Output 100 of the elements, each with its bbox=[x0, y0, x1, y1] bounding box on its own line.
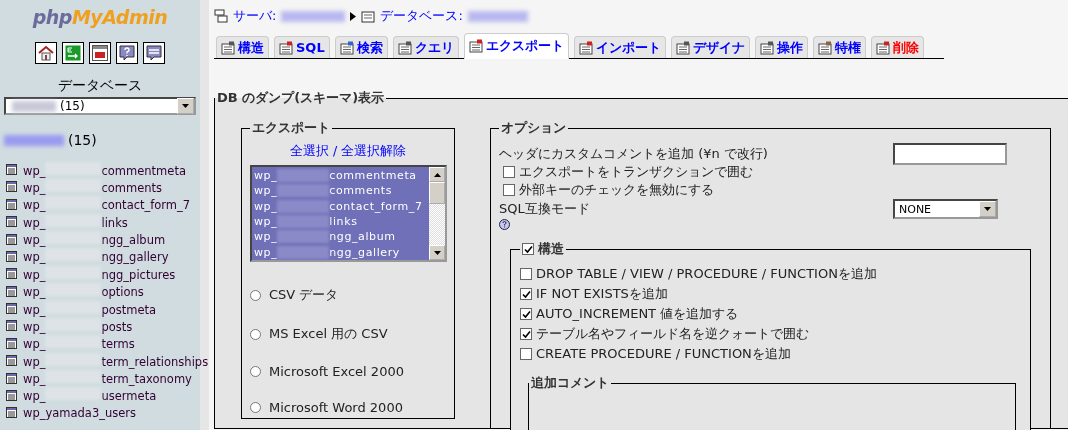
tab[interactable]: SQL bbox=[274, 36, 330, 58]
table-link[interactable]: wp_ comments bbox=[23, 178, 163, 195]
database-select[interactable]: (15) bbox=[4, 97, 196, 115]
tab[interactable]: クエリ bbox=[392, 36, 459, 58]
table-icon bbox=[6, 389, 17, 401]
tab[interactable]: 構造 bbox=[216, 36, 269, 58]
checkbox-label: DROP TABLE / VIEW / PROCEDURE / FUNCTIONを追加 bbox=[536, 265, 877, 283]
down-arrow-icon bbox=[433, 250, 441, 255]
table-icon bbox=[6, 355, 17, 367]
checkbox[interactable] bbox=[520, 308, 532, 320]
checkbox-label: エクスポートをトランザクションで囲む bbox=[519, 163, 753, 181]
radio-button[interactable] bbox=[250, 402, 261, 413]
table-link[interactable]: wp_ postmeta bbox=[23, 300, 157, 317]
arrow-icon bbox=[350, 11, 357, 21]
table-icon bbox=[6, 337, 17, 349]
tab-icon bbox=[759, 40, 774, 55]
separator: / bbox=[332, 143, 338, 160]
table-link[interactable]: wp_ ngg_gallery bbox=[23, 248, 169, 265]
checkbox[interactable] bbox=[520, 268, 532, 280]
radio-button[interactable] bbox=[250, 366, 261, 377]
table-link[interactable]: wp_ posts bbox=[23, 317, 133, 334]
tab[interactable]: 操作 bbox=[754, 36, 808, 58]
database-link[interactable]: データベース: bbox=[380, 7, 463, 25]
home-icon[interactable] bbox=[35, 42, 57, 64]
tab[interactable]: エクスポート bbox=[463, 33, 569, 59]
table-icon bbox=[6, 372, 17, 384]
checkbox-label: AUTO_INCREMENT 値を追加する bbox=[536, 305, 739, 323]
table-link[interactable]: wp_ options bbox=[23, 283, 144, 300]
panel-title: DB のダンプ(スキーマ)表示 bbox=[216, 89, 386, 107]
tab[interactable]: 特権 bbox=[812, 36, 866, 58]
radio-label: Microsoft Word 2000 bbox=[269, 400, 403, 415]
caret-icon bbox=[979, 201, 996, 217]
header-comment-label: ヘッダにカスタムコメントを追加 (¥n で改行) bbox=[499, 145, 769, 163]
scroll-up-button[interactable] bbox=[429, 167, 445, 182]
caret-icon bbox=[177, 98, 194, 114]
checkbox[interactable] bbox=[520, 288, 532, 300]
tab[interactable]: デザイナ bbox=[670, 36, 750, 58]
table-icon bbox=[6, 250, 17, 262]
tab-icon bbox=[339, 40, 354, 55]
radio-label: CSV データ bbox=[269, 286, 339, 304]
table-icon bbox=[6, 268, 17, 280]
deselect-all-link[interactable]: 全選択解除 bbox=[341, 143, 407, 160]
phpmyadmin-logo[interactable]: phpMyAdmin bbox=[32, 6, 168, 28]
table-link[interactable]: wp_ commentmeta bbox=[23, 161, 186, 178]
scroll-down-button[interactable] bbox=[429, 245, 445, 260]
checkbox-label: CREATE PROCEDURE / FUNCTIONを追加 bbox=[536, 345, 791, 363]
radio-button[interactable] bbox=[250, 328, 261, 340]
radio-label: Microsoft Excel 2000 bbox=[269, 364, 404, 379]
table-link[interactable]: wp_ terms bbox=[23, 335, 135, 352]
table-link[interactable]: wp_ contact_form_7 bbox=[23, 196, 191, 213]
database-label: データベース bbox=[58, 77, 142, 95]
sql-bubble-icon[interactable] bbox=[143, 42, 165, 64]
sql-mode-select[interactable]: NONE bbox=[893, 199, 998, 219]
options-legend: オプション bbox=[499, 119, 568, 137]
tab-icon bbox=[221, 40, 235, 55]
checkbox-label: IF NOT EXISTSを追加 bbox=[536, 285, 668, 303]
tab-icon bbox=[279, 40, 293, 55]
table-icon bbox=[6, 181, 17, 193]
checkbox[interactable] bbox=[503, 184, 515, 196]
structure-legend: 構造 bbox=[538, 240, 564, 258]
server-icon bbox=[214, 9, 228, 23]
table-icon bbox=[6, 303, 17, 315]
redacted-server-name bbox=[281, 10, 346, 22]
table-icon bbox=[6, 216, 17, 228]
table-icon bbox=[6, 233, 17, 245]
sql-window-icon[interactable] bbox=[89, 42, 111, 64]
table-link[interactable]: wp_ ngg_pictures bbox=[23, 265, 176, 282]
database-icon bbox=[361, 9, 376, 23]
table-link[interactable]: wp_ term_relationships bbox=[23, 352, 209, 369]
comment-legend: 追加コメント bbox=[529, 374, 611, 392]
table-icon bbox=[6, 198, 17, 210]
table-link[interactable]: wp_ ngg_album bbox=[23, 231, 166, 248]
table-link[interactable]: wp_ usermeta bbox=[23, 387, 157, 404]
table-link[interactable]: wp_ links bbox=[23, 213, 128, 230]
server-link[interactable]: サーバ: bbox=[233, 7, 277, 25]
table-icon bbox=[6, 407, 17, 419]
table-link[interactable]: wp_yamada3_users bbox=[23, 405, 137, 420]
tab-icon bbox=[578, 40, 593, 55]
exit-icon[interactable] bbox=[62, 42, 84, 64]
table-listbox[interactable]: wp_ commentmeta wp_ comments wp_ contact_form_7 wp_ links wp_ ngg_album wp_ ngg_gallery bbox=[250, 165, 447, 262]
tab-icon bbox=[397, 40, 412, 55]
table-icon bbox=[6, 164, 17, 176]
checkbox[interactable] bbox=[503, 166, 515, 178]
checkbox[interactable] bbox=[522, 243, 534, 255]
select-all-link[interactable]: 全選択 bbox=[289, 143, 329, 160]
table-icon bbox=[6, 285, 17, 297]
checkbox[interactable] bbox=[520, 348, 532, 360]
checkbox-label: テーブル名やフィールド名を逆クォートで囲む bbox=[536, 325, 809, 343]
tab-icon bbox=[675, 40, 690, 55]
scrollbar-thumb[interactable] bbox=[429, 182, 445, 204]
tab[interactable]: 検索 bbox=[334, 36, 388, 58]
export-legend: エクスポート bbox=[250, 119, 332, 137]
checkbox-label: 外部キーのチェックを無効にする bbox=[519, 181, 714, 199]
tab[interactable]: インポート bbox=[573, 36, 666, 58]
table-icon bbox=[6, 320, 17, 332]
checkbox[interactable] bbox=[520, 328, 532, 340]
radio-button[interactable] bbox=[250, 289, 261, 301]
comment-input-field[interactable] bbox=[893, 143, 1007, 165]
redacted-database-name bbox=[467, 10, 528, 22]
table-link[interactable]: wp_ term_taxonomy bbox=[23, 370, 192, 387]
